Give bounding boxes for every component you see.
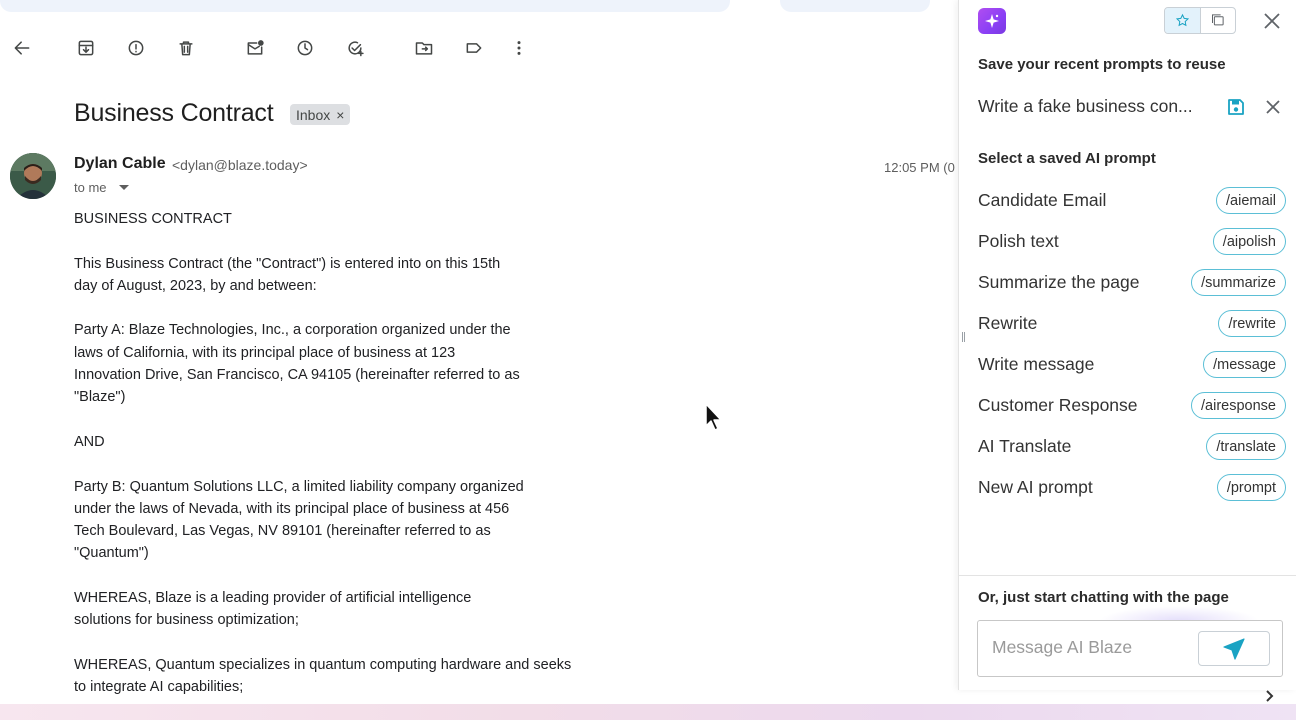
report-spam-button[interactable]: [122, 34, 150, 62]
email-paragraph: This Business Contract (the "Contract") …: [74, 255, 501, 294]
recent-prompt-item[interactable]: Write a fake business con...: [978, 96, 1288, 120]
saved-prompt-shortcut[interactable]: /prompt: [1216, 474, 1286, 501]
bottom-gradient-bar: [0, 704, 1296, 720]
chat-message-input[interactable]: [992, 637, 1192, 658]
inbox-label-chip[interactable]: Inbox ×: [290, 104, 351, 125]
chat-history-tab[interactable]: [1199, 8, 1235, 33]
panel-view-toggle: [1164, 7, 1236, 34]
chat-heading: Or, just start chatting with the page: [978, 589, 1229, 606]
recipient-details-toggle[interactable]: to me: [74, 180, 129, 195]
add-task-icon: [348, 41, 364, 57]
email-body: BUSINESS CONTRACT This Business Contract…: [74, 208, 614, 720]
mark-unread-button[interactable]: [241, 34, 269, 62]
saved-prompts-tab[interactable]: [1165, 8, 1200, 33]
saved-prompt-item[interactable]: Customer Response /airesponse: [978, 391, 1286, 421]
saved-prompt-item[interactable]: AI Translate /translate: [978, 432, 1286, 462]
ai-blaze-logo-icon: [978, 8, 1006, 34]
saved-prompt-item[interactable]: New AI prompt /prompt: [978, 473, 1286, 503]
email-paragraph: Party B: Quantum Solutions LLC, a limite…: [74, 478, 524, 562]
delete-icon: [179, 41, 193, 56]
email-timestamp: 12:05 PM (0: [884, 160, 955, 175]
saved-prompt-shortcut[interactable]: /translate: [1206, 433, 1286, 460]
email-paragraph: WHEREAS, Quantum specializes in quantum …: [74, 656, 572, 696]
mouse-cursor-icon: [705, 403, 722, 431]
copy-window-icon: [1212, 14, 1225, 26]
more-icon: [517, 41, 521, 55]
label-icon: [466, 43, 482, 53]
report-spam-icon: [128, 40, 144, 56]
saved-prompt-item[interactable]: Summarize the page /summarize: [978, 268, 1286, 298]
chevron-down-icon: [118, 185, 129, 190]
save-icon[interactable]: [1226, 97, 1246, 117]
email-paragraph: BUSINESS CONTRACT: [74, 211, 232, 227]
panel-resize-handle[interactable]: [962, 332, 965, 342]
recent-prompt-text[interactable]: Write a fake business con...: [978, 96, 1206, 117]
saved-prompt-label: New AI prompt: [978, 477, 1093, 497]
email-subject: Business Contract: [74, 99, 274, 127]
sender-name[interactable]: Dylan Cable: [74, 155, 166, 173]
saved-prompt-shortcut[interactable]: /aiemail: [1216, 187, 1286, 214]
search-bar-remnant[interactable]: [0, 0, 730, 12]
archive-icon: [78, 40, 94, 56]
move-to-icon: [415, 42, 433, 55]
saved-prompt-label: Rewrite: [978, 313, 1038, 333]
saved-prompt-item[interactable]: Candidate Email /aiemail: [978, 186, 1286, 216]
close-icon: [1264, 13, 1280, 29]
saved-prompt-shortcut[interactable]: /message: [1203, 351, 1286, 378]
saved-prompt-label: Candidate Email: [978, 190, 1107, 210]
saved-prompt-item[interactable]: Write message /message: [978, 350, 1286, 380]
inbox-label-text: Inbox: [296, 106, 331, 123]
move-to-button[interactable]: [410, 34, 438, 62]
saved-prompt-label: Summarize the page: [978, 272, 1140, 292]
gmail-reading-pane: Business Contract Inbox × Dylan Cable <d…: [0, 0, 958, 720]
chat-divider: [959, 575, 1296, 576]
top-bar-remnant: [780, 0, 930, 12]
back-icon: [14, 41, 30, 55]
snooze-button[interactable]: [291, 34, 319, 62]
mark-unread-icon: [247, 40, 264, 55]
recent-prompts-heading: Save your recent prompts to reuse: [978, 56, 1226, 73]
archive-button[interactable]: [72, 34, 100, 62]
email-paragraph: Party A: Blaze Technologies, Inc., a cor…: [74, 322, 520, 406]
send-button[interactable]: [1198, 631, 1270, 666]
back-button[interactable]: [8, 34, 36, 62]
remove-label-icon[interactable]: ×: [336, 107, 344, 123]
saved-prompt-shortcut[interactable]: /aipolish: [1212, 228, 1286, 255]
email-toolbar: [0, 34, 958, 62]
chat-composer: [977, 620, 1283, 677]
saved-prompt-item[interactable]: Polish text /aipolish: [978, 227, 1286, 257]
star-icon: [1175, 13, 1190, 27]
close-panel-button[interactable]: [1261, 10, 1283, 32]
saved-prompt-shortcut[interactable]: /airesponse: [1191, 392, 1286, 419]
sender-email: <dylan@blaze.today>: [172, 157, 308, 173]
label-button[interactable]: [460, 34, 488, 62]
saved-prompt-label: Polish text: [978, 231, 1059, 251]
email-paragraph: AND: [74, 433, 105, 450]
chevron-right-icon[interactable]: [1262, 688, 1276, 704]
saved-prompt-shortcut[interactable]: /rewrite: [1218, 310, 1286, 337]
add-task-button[interactable]: [341, 34, 369, 62]
snooze-icon: [297, 40, 313, 56]
more-button[interactable]: [505, 34, 533, 62]
delete-button[interactable]: [172, 34, 200, 62]
remove-recent-icon[interactable]: [1264, 98, 1282, 116]
saved-prompts-heading: Select a saved AI prompt: [978, 150, 1156, 167]
send-icon: [1223, 637, 1245, 660]
saved-prompt-item[interactable]: Rewrite /rewrite: [978, 309, 1286, 339]
saved-prompt-label: Write message: [978, 354, 1095, 374]
saved-prompt-label: Customer Response: [978, 395, 1138, 415]
saved-prompt-shortcut[interactable]: /summarize: [1191, 269, 1286, 296]
ai-blaze-panel: Save your recent prompts to reuse Write …: [958, 0, 1296, 690]
sender-avatar[interactable]: [10, 153, 56, 199]
email-paragraph: WHEREAS, Blaze is a leading provider of …: [74, 590, 472, 629]
recipient-label: to me: [74, 180, 107, 195]
saved-prompt-label: AI Translate: [978, 436, 1072, 456]
